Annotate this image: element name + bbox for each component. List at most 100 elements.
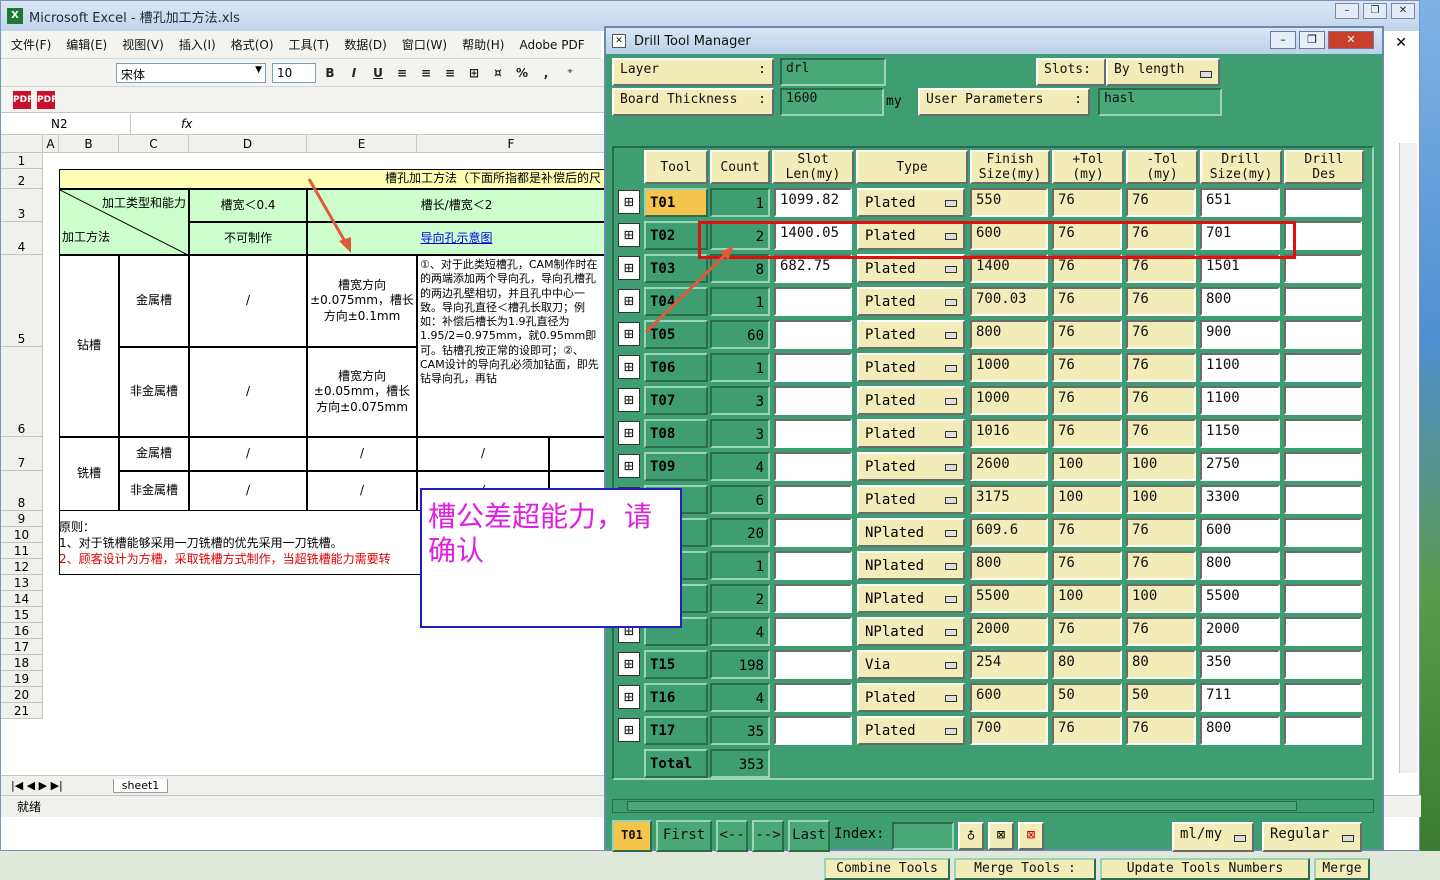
minus-tol-input[interactable]: 100 [1126, 452, 1196, 481]
tool-row[interactable]: ⊞ T09 4 Plated 2600 100 100 2750 [614, 450, 1372, 483]
expand-icon[interactable]: ⊞ [618, 652, 640, 676]
tool-name[interactable]: T09 [644, 452, 708, 481]
plus-tol-input[interactable]: 100 [1052, 452, 1122, 481]
tool-name[interactable]: T17 [644, 716, 708, 745]
plus-tol-input[interactable]: 76 [1052, 518, 1122, 547]
worksheet[interactable]: A B C D E F 1 2 3 4 5 6 7 8 9 10 11 12 13 14 15 16 17 18 1… [1, 135, 606, 775]
drill-des-input[interactable] [1284, 518, 1362, 547]
type-dropdown[interactable]: Plated [857, 353, 965, 382]
filter-icon[interactable]: ⊠ [988, 822, 1014, 850]
finish-size-input[interactable]: 1000 [970, 386, 1048, 415]
slot-len-input[interactable] [774, 518, 852, 547]
type-dropdown[interactable]: NPlated [857, 551, 965, 580]
plus-tol-input[interactable]: 76 [1052, 386, 1122, 415]
slot-len-input[interactable] [774, 683, 852, 712]
font-size-select[interactable]: 10 [272, 62, 316, 83]
expand-icon[interactable]: ⊞ [618, 355, 640, 379]
finish-size-input[interactable]: 800 [970, 551, 1048, 580]
header-plus-tol[interactable]: +Tol (my) [1052, 150, 1124, 184]
drill-des-input[interactable] [1284, 353, 1362, 382]
italic-button[interactable]: I [344, 63, 364, 83]
menu-item[interactable]: 编辑(E) [66, 36, 107, 53]
menu-item[interactable]: 插入(I) [179, 36, 216, 53]
slot-len-input[interactable] [774, 419, 852, 448]
tool-name[interactable]: T15 [644, 650, 708, 679]
menu-item[interactable]: 工具(T) [289, 36, 330, 53]
align-center-icon[interactable]: ≡ [416, 63, 436, 83]
percent-icon[interactable]: % [512, 63, 532, 83]
type-dropdown[interactable]: NPlated [857, 584, 965, 613]
finish-size-input[interactable]: 600 [970, 683, 1048, 712]
tool-name[interactable]: T07 [644, 386, 708, 415]
drill-size-input[interactable]: 800 [1200, 287, 1280, 316]
plus-tol-input[interactable]: 80 [1052, 650, 1122, 679]
header-drill-size[interactable]: Drill Size(my) [1200, 150, 1282, 184]
minus-tol-input[interactable]: 76 [1126, 320, 1196, 349]
sheet-tab-sheet1[interactable]: sheet1 [112, 778, 169, 793]
type-dropdown[interactable]: Plated [857, 287, 965, 316]
type-dropdown[interactable]: NPlated [857, 518, 965, 547]
finish-size-input[interactable]: 254 [970, 650, 1048, 679]
expand-icon[interactable]: ⊞ [618, 190, 640, 214]
slot-len-input[interactable] [774, 353, 852, 382]
menu-item[interactable]: 格式(O) [231, 36, 274, 53]
drill-des-input[interactable] [1284, 716, 1362, 745]
minus-tol-input[interactable]: 76 [1126, 551, 1196, 580]
tool-name[interactable]: T01 [644, 188, 708, 217]
underline-button[interactable]: U [368, 63, 388, 83]
slot-len-input[interactable] [774, 320, 852, 349]
minus-tol-input[interactable]: 100 [1126, 485, 1196, 514]
increase-decimal-icon[interactable]: ⁺ [560, 63, 580, 83]
currency-icon[interactable]: ¤ [488, 63, 508, 83]
finish-size-input[interactable]: 3175 [970, 485, 1048, 514]
index-input[interactable] [892, 822, 954, 850]
header-drill-des[interactable]: Drill Des [1284, 150, 1364, 184]
minus-tol-input[interactable]: 76 [1126, 386, 1196, 415]
type-dropdown[interactable]: Plated [857, 716, 965, 745]
merge-button[interactable]: Merge [1314, 858, 1370, 880]
last-button[interactable]: Last [788, 820, 830, 852]
slot-len-input[interactable] [774, 584, 852, 613]
finish-size-input[interactable]: 609.6 [970, 518, 1048, 547]
tool-row[interactable]: ⊞ T01 1 1099.82 Plated 550 76 76 651 [614, 186, 1372, 219]
dtm-minimize-button[interactable]: – [1270, 31, 1296, 49]
drill-des-input[interactable] [1284, 485, 1362, 514]
drill-des-input[interactable] [1284, 650, 1362, 679]
tool-row[interactable]: ⊞T106Plated31751001003300 [614, 483, 1372, 516]
bold-button[interactable]: B [320, 63, 340, 83]
slot-len-input[interactable] [774, 650, 852, 679]
drill-size-input[interactable]: 600 [1200, 518, 1280, 547]
merge-center-icon[interactable]: ⊞ [464, 63, 484, 83]
plus-tol-input[interactable]: 76 [1052, 716, 1122, 745]
sheet-nav-first-icon[interactable]: |◀ ◀ ▶ ▶| [11, 779, 63, 792]
type-dropdown[interactable]: Plated [857, 419, 965, 448]
drill-size-input[interactable]: 1150 [1200, 419, 1280, 448]
drill-size-input[interactable]: 350 [1200, 650, 1280, 679]
expand-icon[interactable]: ⊞ [618, 421, 640, 445]
drill-des-input[interactable] [1284, 419, 1362, 448]
tool-row[interactable]: ⊞ T07 3 Plated 1000 76 76 1100 [614, 384, 1372, 417]
expand-icon[interactable]: ⊞ [618, 685, 640, 709]
slot-len-input[interactable] [774, 617, 852, 646]
bulb-icon[interactable]: ♁ [958, 822, 984, 850]
drill-size-input[interactable]: 800 [1200, 551, 1280, 580]
drill-size-input[interactable]: 2000 [1200, 617, 1280, 646]
dtm-hscroll-thumb[interactable] [627, 801, 1297, 811]
expand-icon[interactable]: ⊞ [618, 454, 640, 478]
header-minus-tol[interactable]: -Tol (my) [1126, 150, 1198, 184]
font-name-select[interactable]: 宋体 ▼ [116, 62, 266, 83]
delete-icon[interactable]: ⊠ [1018, 822, 1044, 850]
drill-des-input[interactable] [1284, 452, 1362, 481]
menu-item[interactable]: 文件(F) [11, 36, 51, 53]
slot-len-input[interactable] [774, 485, 852, 514]
mode-dropdown[interactable]: Regular [1262, 822, 1362, 852]
workbook-close-icon[interactable]: ✕ [1395, 35, 1407, 51]
user-params-input[interactable]: hasl [1098, 88, 1222, 116]
type-dropdown[interactable]: Plated [857, 485, 965, 514]
maximize-button[interactable]: ❐ [1363, 3, 1387, 19]
type-dropdown[interactable]: Plated [857, 683, 965, 712]
finish-size-input[interactable]: 1000 [970, 353, 1048, 382]
drill-des-input[interactable] [1284, 683, 1362, 712]
minus-tol-input[interactable]: 76 [1126, 419, 1196, 448]
menu-item[interactable]: 窗口(W) [402, 36, 447, 53]
